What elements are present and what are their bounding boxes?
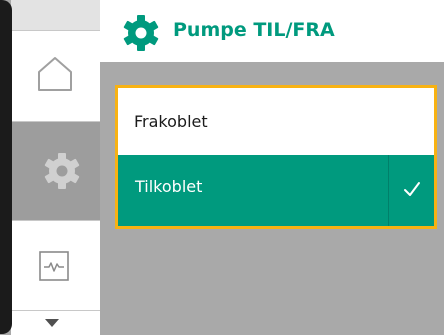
option-list: Frakoblet Tilkoblet	[115, 85, 437, 229]
gear-icon[interactable]	[43, 152, 81, 190]
chevron-down-icon[interactable]	[44, 318, 60, 328]
option-label: Frakoblet	[134, 112, 208, 131]
checkmark-icon	[404, 182, 420, 196]
bezel-edge	[0, 0, 12, 334]
option-label: Tilkoblet	[135, 177, 203, 196]
monitor-icon[interactable]	[39, 251, 69, 281]
selected-indicator	[388, 155, 434, 226]
page-title: Pumpe TIL/FRA	[173, 19, 335, 41]
home-icon[interactable]	[37, 56, 73, 92]
option-tilkoblet[interactable]: Tilkoblet	[118, 155, 434, 226]
side-menu-top	[11, 0, 100, 30]
gear-icon	[123, 15, 159, 51]
side-menu	[0, 0, 100, 335]
option-frakoblet[interactable]: Frakoblet	[118, 88, 434, 155]
page-header: Pumpe TIL/FRA	[100, 0, 444, 62]
